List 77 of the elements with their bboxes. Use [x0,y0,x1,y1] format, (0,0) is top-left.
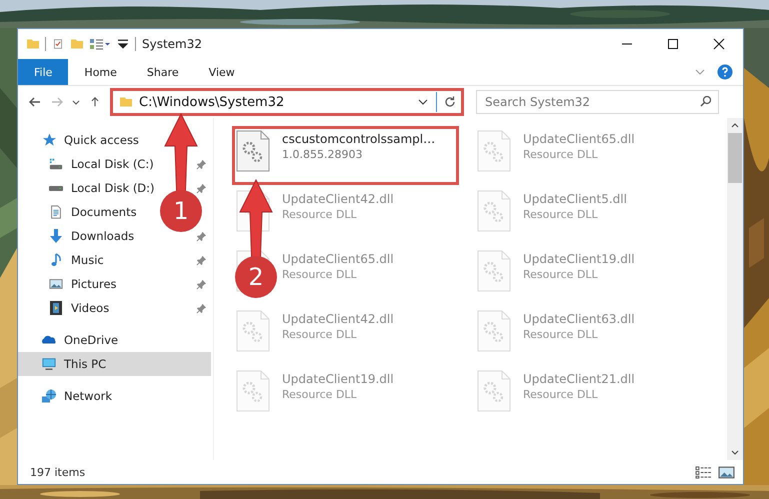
dropdown-icon[interactable] [116,39,130,49]
nav-item[interactable]: Quick access [18,128,211,152]
file-detail: Resource DLL [282,268,357,281]
pin-icon[interactable] [196,278,207,290]
window-title: System32 [142,37,202,51]
new-folder-icon [70,39,84,49]
nav-item[interactable]: Pictures [71,277,117,291]
file-detail: Resource DLL [282,328,357,341]
view-options-icon [89,37,111,51]
ribbon-tab[interactable]: View [194,59,249,85]
search-icon [700,96,711,107]
nav-item[interactable]: This PC [18,352,211,376]
ribbon-tab[interactable]: Share [132,59,193,85]
file-detail: Resource DLL [523,388,598,401]
file-item[interactable]: cscustomcontrolssampl… 1.0.855.28903 [232,126,459,185]
details-view-icon[interactable] [695,466,712,478]
ribbon-tab[interactable]: Home [70,59,131,85]
nav-item[interactable]: Network [18,384,211,408]
drive-icon [49,157,63,171]
close-icon[interactable] [713,38,725,50]
expand-ribbon-icon[interactable] [693,69,707,75]
music-note-icon [49,253,63,267]
scroll-down-icon[interactable] [731,450,739,455]
download-arrow-icon [49,229,63,243]
film-icon [49,301,63,315]
scrollbar[interactable] [727,118,743,460]
folder-icon [119,97,133,107]
recent-locations-icon[interactable] [72,100,80,104]
file-name: UpdateClient65.dll [282,252,394,266]
ribbon-tab[interactable]: File [18,59,68,85]
pin-icon[interactable] [196,230,207,242]
file-detail: Resource DLL [523,268,598,281]
nav-item[interactable]: Videos [71,301,110,315]
help-icon[interactable] [717,64,733,80]
nav-item[interactable]: Local Disk (C:) [71,157,154,171]
file-detail: Resource DLL [523,328,598,341]
monitor-icon [42,357,56,371]
file-detail: 1.0.855.28903 [282,148,362,161]
file-detail: Resource DLL [282,388,357,401]
nav-item[interactable]: Music [71,253,104,267]
file-name: UpdateClient5.dll [523,192,627,206]
nav-item[interactable]: OneDrive [18,328,211,352]
dropdown-icon[interactable] [416,99,430,105]
scroll-thumb[interactable] [728,133,742,183]
search-field[interactable]: Search System32 [476,90,719,114]
file-detail: Resource DLL [523,148,598,161]
maximize-icon[interactable] [667,38,679,50]
pin-icon[interactable] [196,158,207,170]
file-name: UpdateClient65.dll [523,132,635,146]
file-name: UpdateClient19.dll [523,252,635,266]
large-icons-view-icon[interactable] [718,466,735,478]
properties-icon [51,39,65,49]
folder-icon [26,39,40,49]
back-icon[interactable] [28,97,42,107]
file-name: UpdateClient63.dll [523,312,635,326]
pin-icon[interactable] [196,182,207,194]
refresh-icon[interactable] [443,95,457,109]
file-detail: Resource DLL [282,208,357,221]
star-icon [42,133,56,147]
item-count: 197 items [30,466,86,478]
scroll-up-icon[interactable] [731,123,739,128]
file-detail: Resource DLL [523,208,598,221]
document-icon [49,205,63,219]
file-name: cscustomcontrolssampl… [282,132,436,146]
file-name: UpdateClient21.dll [523,372,635,386]
address-field[interactable]: C:\Windows\System32 [110,88,464,116]
file-name: UpdateClient19.dll [282,372,394,386]
picture-icon [49,277,63,291]
file-name: UpdateClient42.dll [282,312,394,326]
pin-icon[interactable] [196,302,207,314]
drive-icon [48,184,64,192]
nav-item[interactable]: Downloads [71,229,134,243]
nav-item[interactable]: Local Disk (D:) [71,181,155,195]
file-name: UpdateClient42.dll [282,192,394,206]
nav-item[interactable]: Documents [71,205,137,219]
pin-icon[interactable] [196,254,207,266]
network-icon [42,389,56,403]
